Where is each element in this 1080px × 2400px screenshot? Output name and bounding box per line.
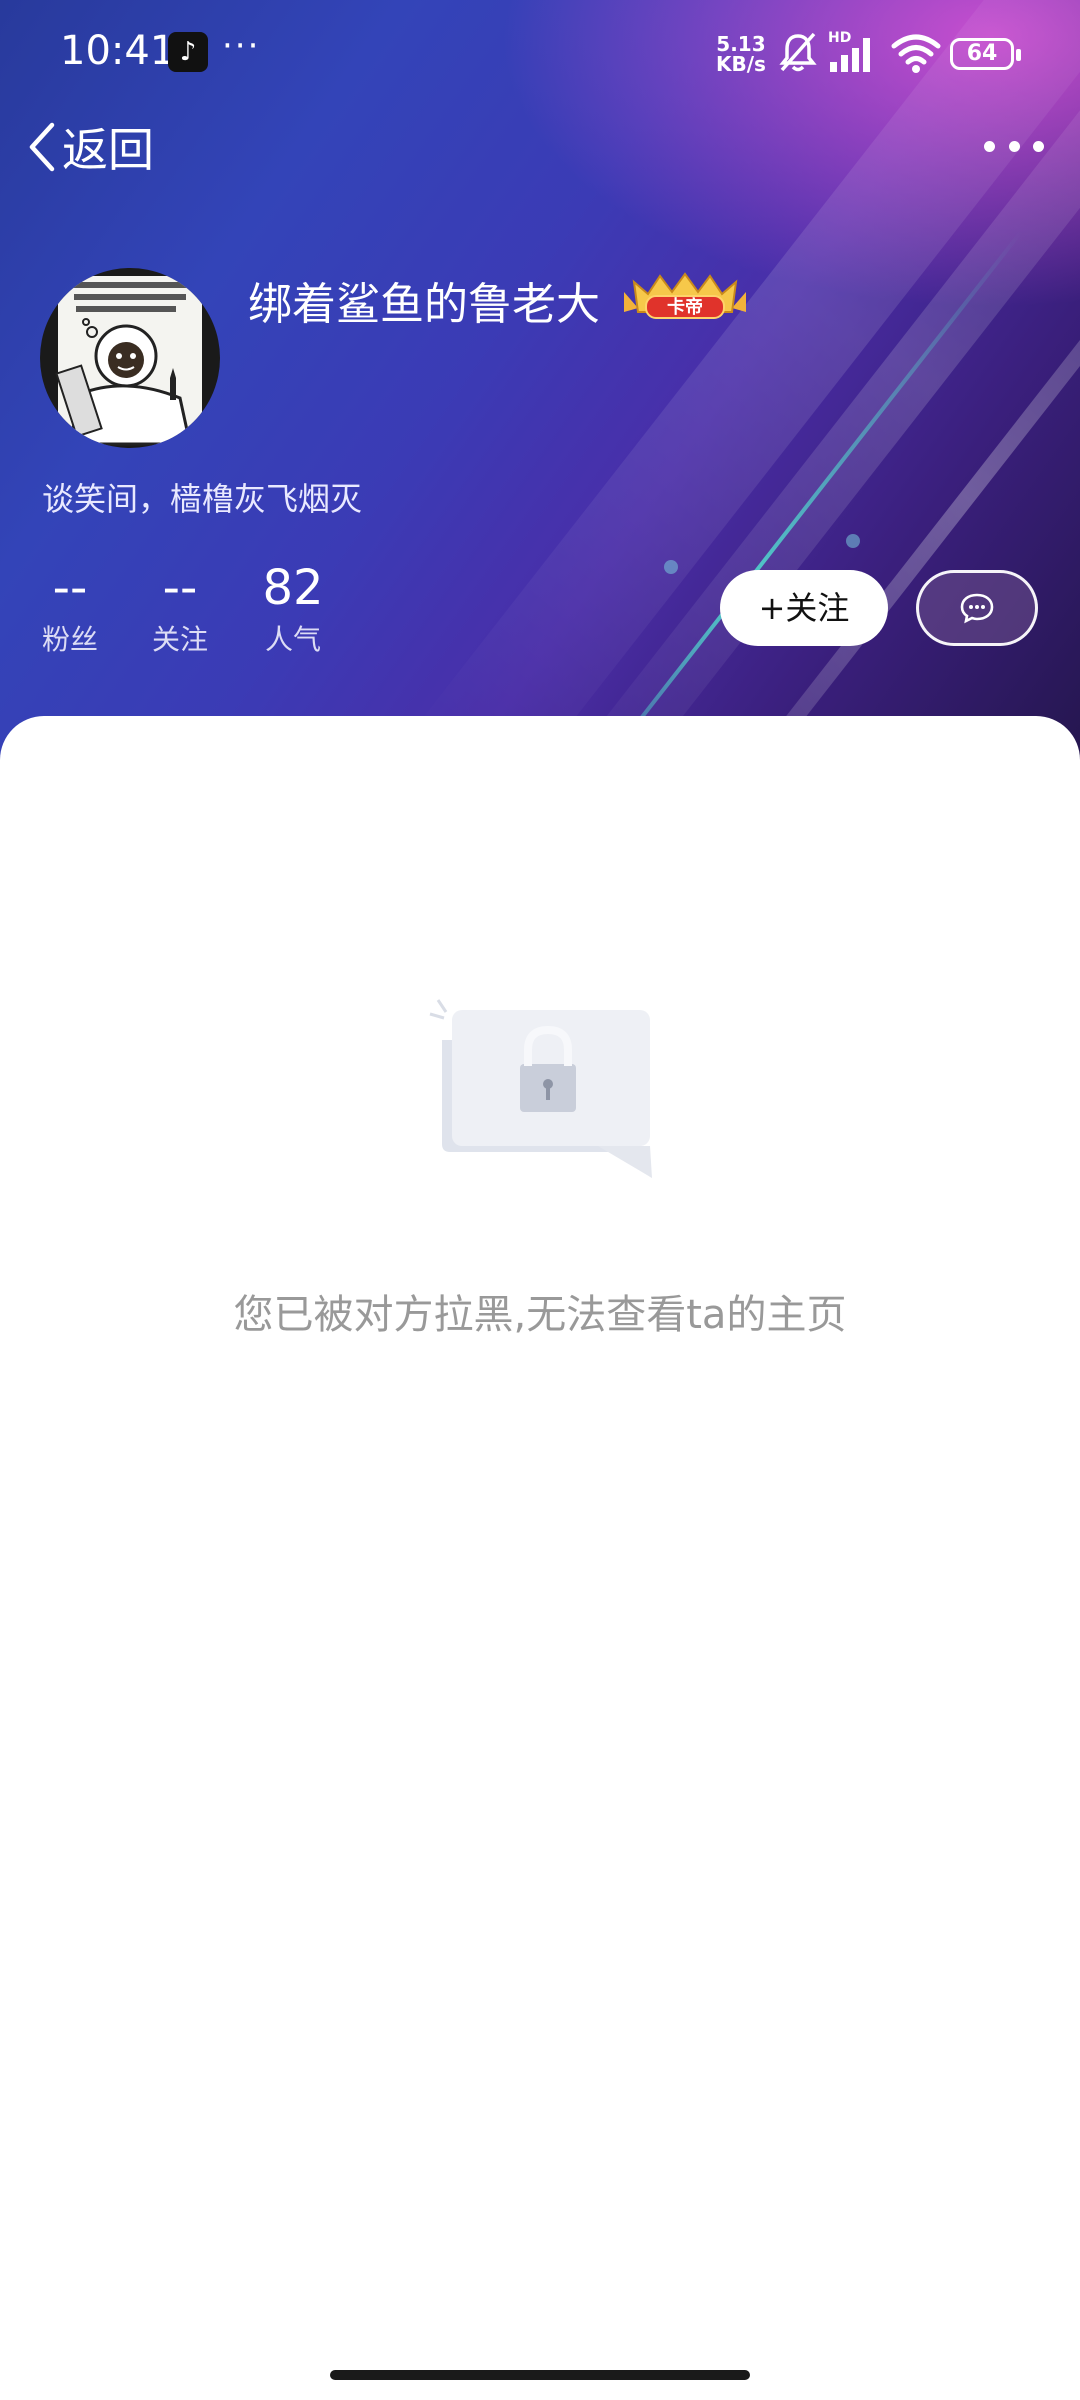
blocked-message: 您已被对方拉黑,无法查看ta的主页 (233, 1292, 847, 1338)
username: 绑着鲨鱼的鲁老大 (248, 279, 600, 330)
following-count: -- (162, 560, 198, 616)
status-more-icon: ··· (222, 26, 261, 66)
fans-count: -- (52, 560, 88, 616)
back-button[interactable]: 返回 (26, 115, 154, 179)
message-button[interactable] (916, 570, 1038, 646)
more-options-icon[interactable] (984, 128, 1044, 164)
stat-fans[interactable]: -- 粉丝 (42, 560, 98, 658)
stat-following[interactable]: -- 关注 (152, 560, 208, 658)
header-dot (664, 560, 678, 574)
fans-label: 粉丝 (42, 623, 99, 656)
popularity-label: 人气 (264, 623, 321, 656)
header-dot (846, 534, 860, 548)
battery-indicator: 64 (950, 38, 1021, 70)
net-speed-value: 5.13 (716, 32, 766, 56)
locked-chat-illustration (429, 999, 652, 1178)
net-speed: 5.13 KB/s (716, 34, 766, 74)
bio-text: 谈笑间，樯橹灰飞烟灭 (42, 480, 363, 518)
svg-text:HD: HD (828, 30, 851, 46)
battery-level: 64 (966, 41, 998, 66)
tiktok-notification-icon: ♪ (168, 32, 208, 72)
following-label: 关注 (152, 623, 209, 656)
chat-bubble-icon (960, 593, 994, 624)
crown-badge-icon: 卡帝 (624, 272, 746, 319)
avatar-meme-image (55, 276, 202, 446)
bell-muted-icon (779, 32, 817, 72)
stat-popularity: 82 人气 (262, 560, 324, 658)
badge-text: 卡帝 (667, 296, 703, 318)
popularity-count: 82 (262, 560, 324, 616)
status-time: 10:41 (60, 28, 176, 74)
back-label: 返回 (62, 123, 154, 177)
content-sheet (0, 716, 1080, 2400)
net-speed-unit: KB/s (716, 52, 766, 76)
crown-badge[interactable]: 卡帝 (620, 272, 750, 324)
follow-button[interactable]: +关注 (720, 570, 888, 646)
status-bar: 10:41 ♪ ··· 5.13 KB/s HD 64 (0, 24, 1080, 84)
chevron-left-icon (29, 122, 55, 172)
avatar[interactable] (40, 268, 220, 448)
cell-signal-icon: HD (826, 28, 882, 80)
wifi-icon (891, 34, 941, 73)
home-indicator[interactable] (330, 2370, 750, 2380)
